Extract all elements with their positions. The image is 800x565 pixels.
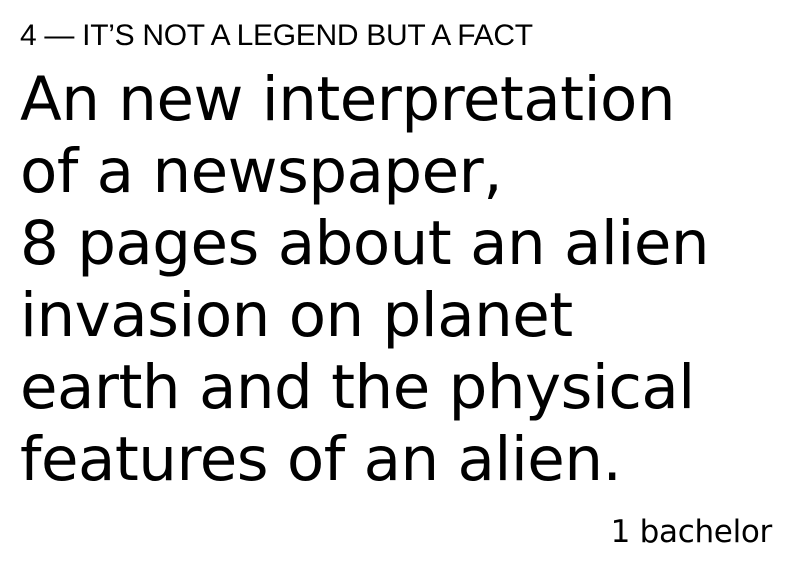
project-headline: An new interpretation of a newspaper, 8 … [20, 64, 790, 496]
headline-line: of a newspaper, [20, 136, 503, 207]
headline-line: invasion on planet [20, 280, 573, 351]
program-level-label: 1 bachelor [610, 514, 773, 550]
headline-line: An new interpretation [20, 64, 676, 135]
project-kicker: 4 — IT’S NOT A LEGEND BUT A FACT [20, 19, 533, 52]
headline-line: earth and the physical [20, 352, 695, 423]
headline-line: features of an alien. [20, 424, 622, 495]
project-description-page: 4 — IT’S NOT A LEGEND BUT A FACT An new … [0, 0, 800, 565]
headline-line: 8 pages about an alien [20, 208, 710, 279]
